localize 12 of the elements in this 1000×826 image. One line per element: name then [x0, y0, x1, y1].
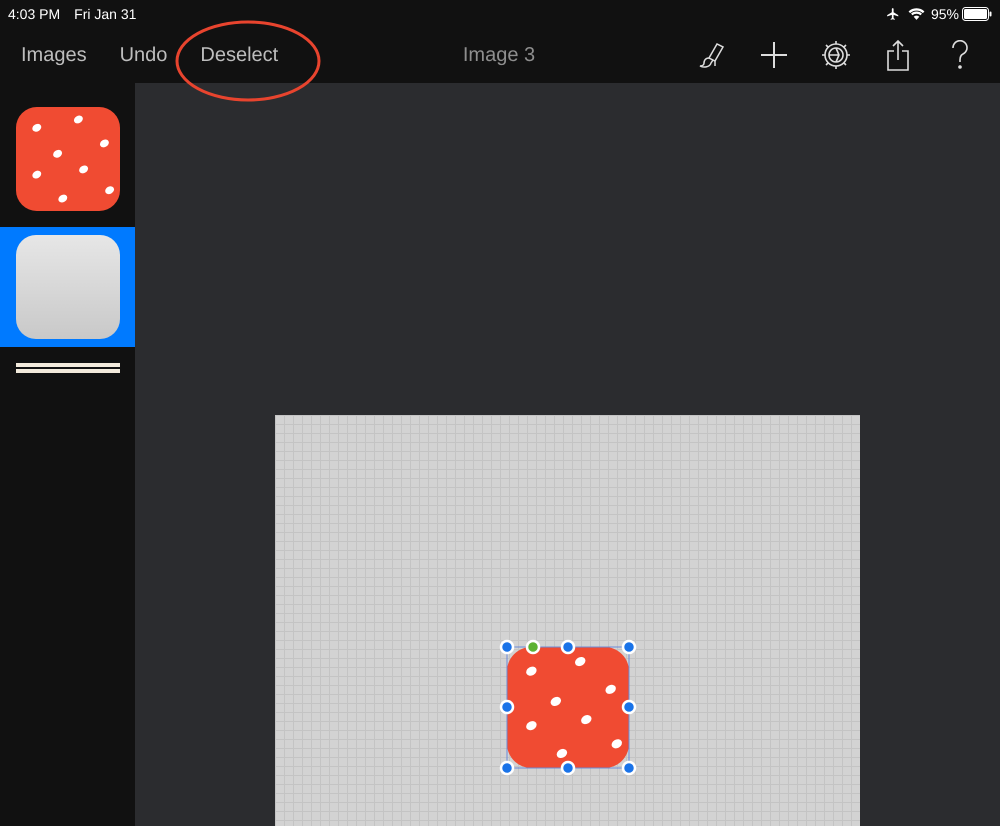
- wifi-icon: [908, 7, 925, 20]
- document-title: Image 3: [462, 44, 536, 66]
- status-date: Fri Jan 31: [74, 6, 136, 22]
- selection-handles[interactable]: [499, 639, 637, 776]
- toolbar-button[interactable]: Images: [21, 44, 87, 66]
- status-time: 4:03 PM: [8, 6, 60, 22]
- toolbar-button[interactable]: Deselect: [200, 44, 278, 66]
- toolbar-button[interactable]: Undo: [120, 44, 168, 66]
- airplane-icon: [886, 6, 900, 20]
- image-thumbnail[interactable]: [0, 227, 136, 347]
- battery-percent: 95%: [930, 6, 959, 22]
- battery-icon: [962, 6, 992, 20]
